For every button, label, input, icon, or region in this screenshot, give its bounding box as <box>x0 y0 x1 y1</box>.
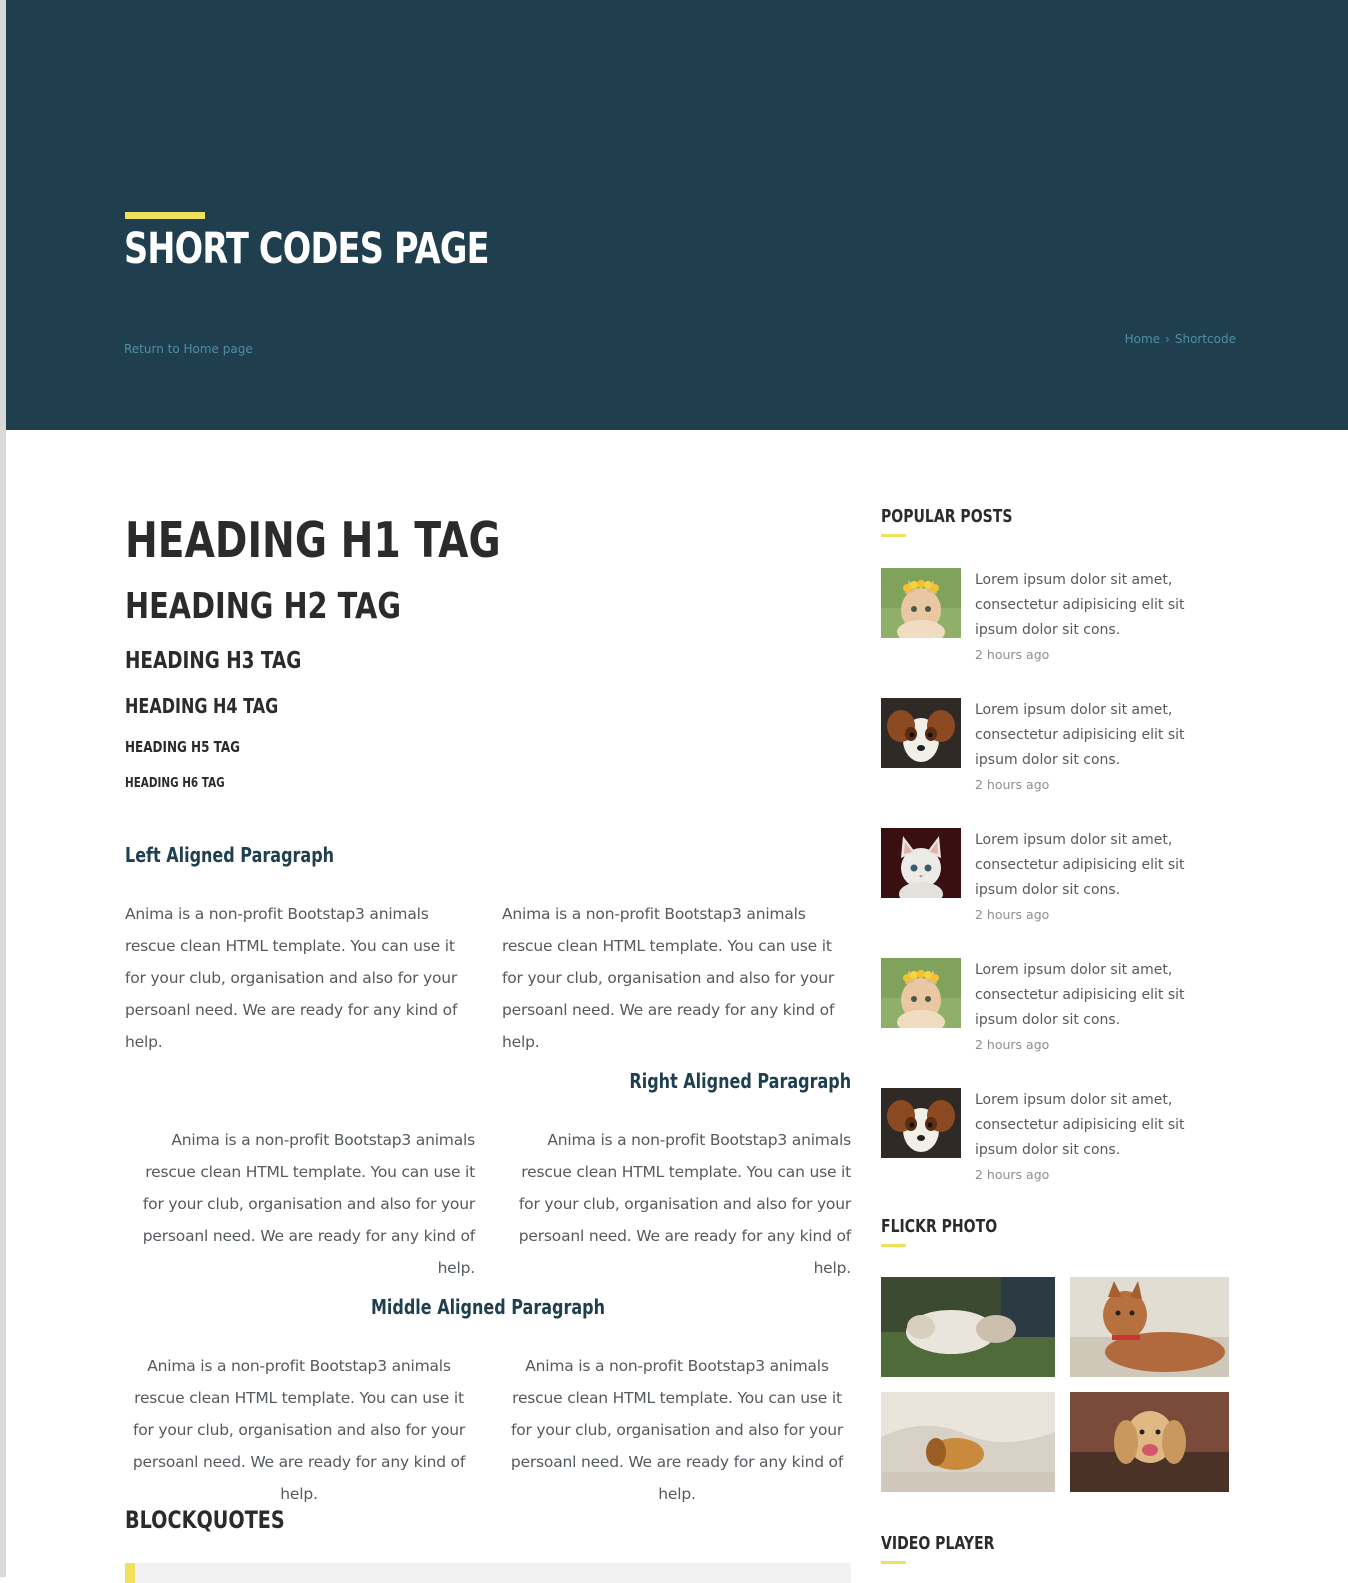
video-player-title: VIDEO PLAYER <box>881 1533 995 1554</box>
post-time: 2 hours ago <box>975 647 1050 662</box>
heading-h2: HEADING H2 TAG <box>125 586 401 627</box>
right-paragraph-1: Anima is a non-profit Bootstap3 animals … <box>142 1131 475 1277</box>
popular-post-item[interactable]: Lorem ipsum dolor sit amet, consectetur … <box>881 828 1229 928</box>
chevron-right-icon: › <box>1165 332 1170 346</box>
heading-h3: HEADING H3 TAG <box>125 648 302 674</box>
kitten-flower-crown-thumbnail[interactable] <box>881 958 961 1028</box>
post-excerpt[interactable]: Lorem ipsum dolor sit amet, consectetur … <box>975 958 1225 1033</box>
popular-posts-title: POPULAR POSTS <box>881 506 1013 527</box>
post-excerpt[interactable]: Lorem ipsum dolor sit amet, consectetur … <box>975 828 1225 903</box>
blockquotes-title: BLOCKQUOTES <box>125 1506 285 1534</box>
flickr-photo-cats[interactable] <box>881 1277 1055 1377</box>
papillon-dog-thumbnail[interactable] <box>881 698 961 768</box>
blockquote-box <box>125 1563 851 1583</box>
heading-h6: HEADING H6 TAG <box>125 776 225 791</box>
hero-accent-bar <box>125 212 205 219</box>
right-aligned-title: Right Aligned Paragraph <box>629 1069 851 1093</box>
heading-h1: HEADING H1 TAG <box>125 512 501 569</box>
left-paragraph-1: Anima is a non-profit Bootstap3 animals … <box>125 905 458 1051</box>
popular-post-item[interactable]: Lorem ipsum dolor sit amet, consectetur … <box>881 698 1229 798</box>
white-kitten-thumbnail[interactable] <box>881 828 961 898</box>
post-excerpt[interactable]: Lorem ipsum dolor sit amet, consectetur … <box>975 698 1225 773</box>
middle-paragraph-1: Anima is a non-profit Bootstap3 animals … <box>132 1357 466 1503</box>
post-time: 2 hours ago <box>975 777 1050 792</box>
post-time: 2 hours ago <box>975 907 1050 922</box>
page-hero: SHORT CODES PAGE Return to Home page Hom… <box>6 0 1348 430</box>
breadcrumb-home[interactable]: Home <box>1125 332 1160 346</box>
page-title: SHORT CODES PAGE <box>124 224 490 274</box>
left-paragraph-2: Anima is a non-profit Bootstap3 animals … <box>502 905 835 1051</box>
middle-paragraph-2: Anima is a non-profit Bootstap3 animals … <box>510 1357 844 1503</box>
heading-h5: HEADING H5 TAG <box>125 738 240 756</box>
flickr-photo-title: FLICKR PHOTO <box>881 1216 998 1237</box>
popular-posts-accent <box>881 534 906 537</box>
popular-post-item[interactable]: Lorem ipsum dolor sit amet, consectetur … <box>881 568 1229 668</box>
breadcrumb: Home › Shortcode <box>1125 332 1236 346</box>
post-time: 2 hours ago <box>975 1167 1050 1182</box>
flickr-photo-spaniel[interactable] <box>1070 1392 1229 1492</box>
flickr-photo-accent <box>881 1244 906 1247</box>
papillon-dog-thumbnail[interactable] <box>881 1088 961 1158</box>
kitten-flower-crown-thumbnail[interactable] <box>881 568 961 638</box>
flickr-photo-pitbull[interactable] <box>1070 1277 1229 1377</box>
popular-post-item[interactable]: Lorem ipsum dolor sit amet, consectetur … <box>881 958 1229 1058</box>
left-aligned-title: Left Aligned Paragraph <box>125 843 335 867</box>
flickr-photo-puppy[interactable] <box>881 1392 1055 1492</box>
return-home-link[interactable]: Return to Home page <box>124 342 253 356</box>
right-paragraph-2: Anima is a non-profit Bootstap3 animals … <box>518 1131 851 1277</box>
post-excerpt[interactable]: Lorem ipsum dolor sit amet, consectetur … <box>975 568 1225 643</box>
post-excerpt[interactable]: Lorem ipsum dolor sit amet, consectetur … <box>975 1088 1225 1163</box>
middle-aligned-title: Middle Aligned Paragraph <box>370 1295 606 1319</box>
popular-post-item[interactable]: Lorem ipsum dolor sit amet, consectetur … <box>881 1088 1229 1188</box>
video-player-accent <box>881 1561 906 1564</box>
breadcrumb-current[interactable]: Shortcode <box>1175 332 1236 346</box>
post-time: 2 hours ago <box>975 1037 1050 1052</box>
heading-h4: HEADING H4 TAG <box>125 694 279 718</box>
